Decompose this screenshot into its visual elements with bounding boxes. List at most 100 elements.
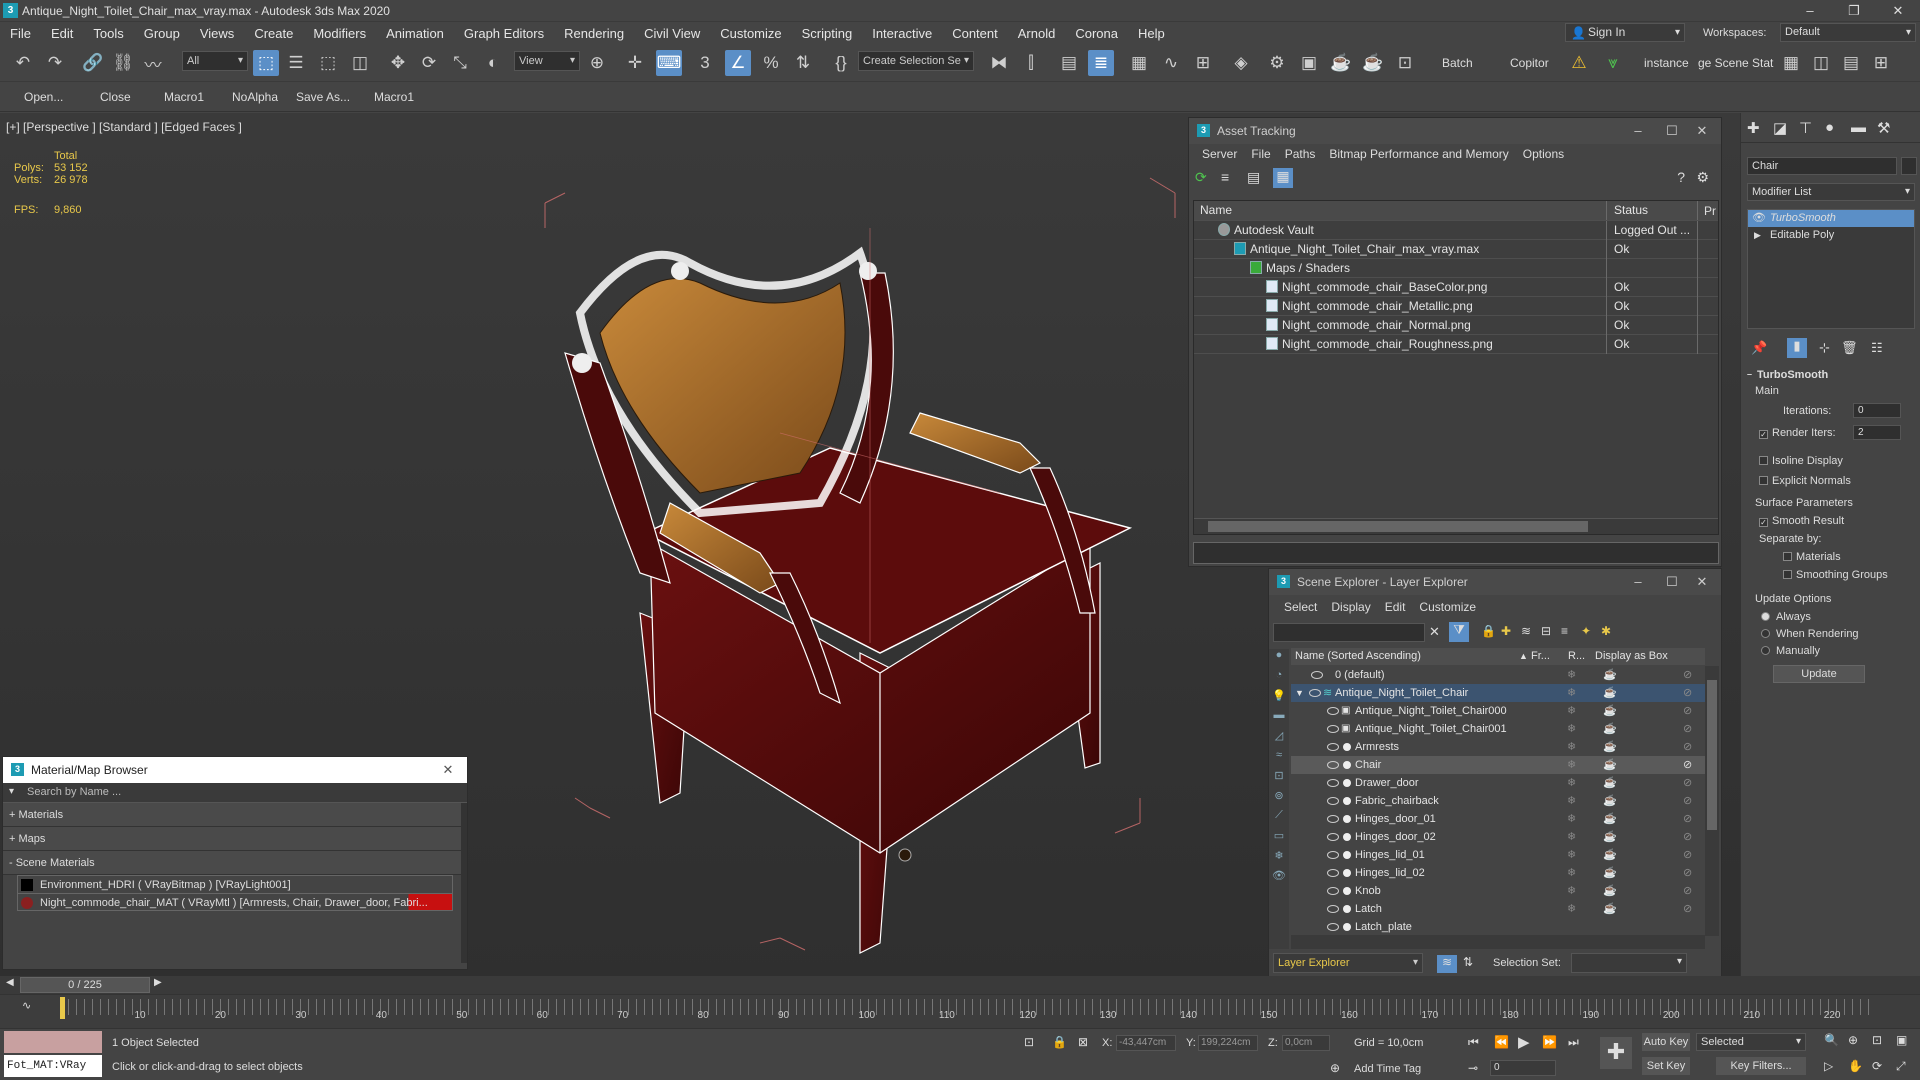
menu-edit[interactable]: Edit xyxy=(1378,600,1413,614)
render-icon[interactable]: ☕ xyxy=(1603,702,1617,720)
tree-row[interactable]: ▣ Antique_Night_Toilet_Chair000 ❄ ☕ ⊘ xyxy=(1291,702,1705,720)
box-icon[interactable]: ⊘ xyxy=(1683,666,1692,684)
visibility-icon[interactable] xyxy=(1327,833,1339,841)
clear-search-icon[interactable]: ✕ xyxy=(1429,624,1440,640)
settings-icon[interactable]: ⚙ xyxy=(1696,169,1709,186)
unlink-icon[interactable]: ⛓ xyxy=(110,50,136,76)
explorer-type-dropdown[interactable]: Layer Explorer ▾ xyxy=(1273,953,1423,973)
render-icon[interactable]: ☕ xyxy=(1603,684,1617,702)
pan-icon[interactable]: ✋ xyxy=(1848,1059,1863,1073)
y-coordinate-field[interactable]: 199,224cm xyxy=(1198,1035,1258,1051)
list-view-icon[interactable]: ≡ xyxy=(1221,169,1239,187)
expand-icon[interactable]: ▶ xyxy=(1754,227,1761,244)
menu-paths[interactable]: Paths xyxy=(1278,147,1323,161)
macro-macro1b-button[interactable]: Macro1 xyxy=(374,90,414,104)
filter-icon[interactable]: ⧩ xyxy=(1449,622,1469,642)
modify-tab-icon[interactable]: ◪ xyxy=(1773,119,1787,137)
tree-row[interactable]: Hinges_lid_02 ❄ ☕ ⊘ xyxy=(1291,864,1705,882)
menu-help[interactable]: Help xyxy=(1128,26,1175,41)
column-status[interactable]: Status xyxy=(1608,201,1698,220)
bind-space-warp-icon[interactable]: 〰 xyxy=(140,50,166,76)
material-search-bar[interactable]: ▾ Search by Name ... xyxy=(3,783,467,803)
menu-animation[interactable]: Animation xyxy=(376,26,454,41)
box-icon[interactable]: ⊘ xyxy=(1683,828,1692,846)
asset-row[interactable]: Night_commode_chair_BaseColor.png Ok xyxy=(1194,278,1718,297)
close-button[interactable]: ✕ xyxy=(433,757,463,783)
spinner-snap-icon[interactable]: ⇅ xyxy=(790,50,816,76)
box-icon[interactable]: ⊘ xyxy=(1683,684,1692,702)
scrollbar-thumb[interactable] xyxy=(1707,680,1717,830)
box-icon[interactable]: ⊘ xyxy=(1683,792,1692,810)
visibility-icon[interactable] xyxy=(1327,761,1339,769)
render-icon[interactable]: ☕ xyxy=(1603,810,1617,828)
close-button[interactable]: ✕ xyxy=(1687,118,1717,144)
render-iterative-icon[interactable]: ☕ xyxy=(1360,50,1386,76)
isoline-display-checkbox[interactable]: Isoline Display xyxy=(1759,455,1843,467)
hierarchy-icon[interactable]: ⊟ xyxy=(1541,624,1551,638)
xrefs-filter-icon[interactable]: ⊚ xyxy=(1269,789,1289,809)
macro-noalpha-button[interactable]: NoAlpha xyxy=(232,90,278,104)
menu-arnold[interactable]: Arnold xyxy=(1008,26,1066,41)
tree-row[interactable]: ▼ ≋ Antique_Night_Toilet_Chair ❄ ☕ ⊘ xyxy=(1291,684,1705,702)
named-selection-dropdown[interactable]: Create Selection Se xyxy=(858,51,974,71)
display-tab-icon[interactable]: ▬ xyxy=(1851,119,1866,136)
bones-filter-icon[interactable]: ⟋ xyxy=(1269,809,1289,829)
helpers-filter-icon[interactable]: ◿ xyxy=(1269,729,1289,749)
asset-row[interactable]: Autodesk Vault Logged Out ... xyxy=(1194,221,1718,240)
visibility-icon[interactable] xyxy=(1327,707,1339,715)
add-time-tag-button[interactable]: Add Time Tag xyxy=(1354,1063,1421,1075)
move-icon[interactable]: ✥ xyxy=(385,50,411,76)
render-icon[interactable]: ☕ xyxy=(1603,846,1617,864)
menu-customize[interactable]: Customize xyxy=(1412,600,1483,614)
key-mode-icon[interactable]: ⊸ xyxy=(1468,1061,1478,1075)
sort-icon[interactable]: ⇅ xyxy=(1463,955,1473,969)
add-icon[interactable]: ⊞ xyxy=(1868,50,1894,76)
scale-icon[interactable]: ⤡ xyxy=(447,50,473,76)
visibility-icon[interactable] xyxy=(1327,869,1339,877)
time-tag-icon[interactable]: ⊕ xyxy=(1330,1061,1340,1075)
horizontal-scrollbar[interactable] xyxy=(1194,518,1718,534)
tree-row[interactable]: ▣ Antique_Night_Toilet_Chair001 ❄ ☕ ⊘ xyxy=(1291,720,1705,738)
menu-file[interactable]: File xyxy=(1244,147,1277,161)
when-rendering-radio[interactable]: When Rendering xyxy=(1761,628,1859,640)
freeze-icon[interactable]: ❄ xyxy=(1567,756,1576,774)
menu-display[interactable]: Display xyxy=(1324,600,1377,614)
tree-row[interactable]: Knob ❄ ☕ ⊘ xyxy=(1291,882,1705,900)
sign-in-dropdown[interactable]: 👤 Sign In ▾ xyxy=(1565,23,1685,42)
tree-row[interactable]: Latch_plate xyxy=(1291,918,1705,936)
next-frame-arrow-icon[interactable]: ▶ xyxy=(154,977,162,988)
render-icon[interactable]: ☕ xyxy=(1603,720,1617,738)
render-iters-spinner[interactable]: 2 xyxy=(1853,425,1901,440)
lights-filter-icon[interactable]: 💡 xyxy=(1269,689,1289,709)
horizontal-scrollbar[interactable] xyxy=(1291,935,1705,949)
menu-views[interactable]: Views xyxy=(190,26,244,41)
set-key-button[interactable]: Set Key xyxy=(1642,1057,1690,1075)
chevron-double-down-icon[interactable]: ⩔ xyxy=(1600,50,1626,76)
menu-group[interactable]: Group xyxy=(134,26,190,41)
column-pr[interactable]: Pr xyxy=(1704,201,1716,221)
freeze-icon[interactable]: ❄ xyxy=(1567,864,1576,882)
material-item[interactable]: Night_commode_chair_MAT ( VRayMtl ) [Arm… xyxy=(17,893,453,911)
zoom-all-icon[interactable]: ⊕ xyxy=(1848,1033,1858,1047)
visibility-icon[interactable] xyxy=(1311,671,1323,679)
x-coordinate-field[interactable]: -43,447cm xyxy=(1116,1035,1176,1051)
vertical-scrollbar[interactable] xyxy=(461,803,467,963)
visibility-icon[interactable]: 👁 xyxy=(1752,210,1766,227)
freeze-icon[interactable]: ❄ xyxy=(1567,828,1576,846)
percent-snap-icon[interactable]: % xyxy=(758,50,784,76)
object-color-swatch[interactable] xyxy=(1901,157,1917,175)
menu-bitmap-performance[interactable]: Bitmap Performance and Memory xyxy=(1322,147,1515,161)
menu-graph-editors[interactable]: Graph Editors xyxy=(454,26,554,41)
column-display-as-box[interactable]: Display as Box xyxy=(1595,648,1668,665)
show-end-result-icon[interactable]: ▮ xyxy=(1787,338,1807,358)
explicit-normals-checkbox[interactable]: Explicit Normals xyxy=(1759,475,1851,487)
vertical-scrollbar[interactable] xyxy=(1705,666,1719,936)
create-tab-icon[interactable]: ✚ xyxy=(1747,119,1760,137)
angle-snap-icon[interactable]: ∠ xyxy=(725,50,751,76)
maximize-button[interactable]: ☐ xyxy=(1657,118,1687,144)
layout-alt-icon[interactable]: ▤ xyxy=(1838,50,1864,76)
detail-view-icon[interactable]: ▤ xyxy=(1247,169,1265,187)
menu-scripting[interactable]: Scripting xyxy=(792,26,863,41)
update-button[interactable]: Update xyxy=(1773,665,1865,683)
frozen-filter-icon[interactable]: ❄ xyxy=(1269,849,1289,869)
